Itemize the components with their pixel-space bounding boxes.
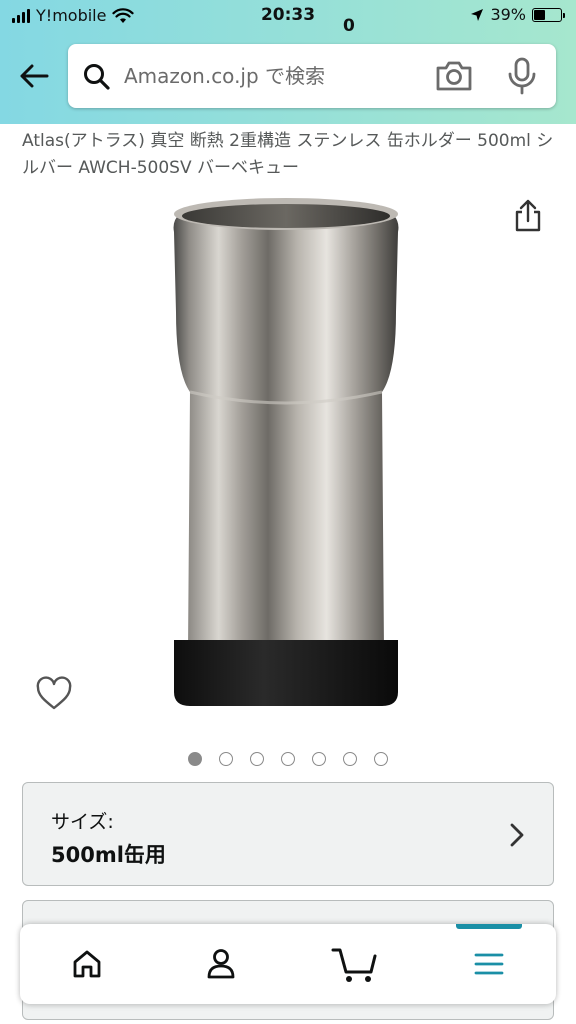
carousel-dot[interactable]	[250, 752, 264, 766]
size-selector[interactable]: サイズ: 500ml缶用	[22, 782, 554, 886]
home-icon	[73, 950, 101, 978]
status-bar: Y!mobile 20:33 39%	[0, 0, 576, 32]
carousel-dot[interactable]	[312, 752, 326, 766]
camera-search-button[interactable]	[434, 58, 474, 94]
camera-icon	[436, 61, 472, 91]
cart-count-badge: 0	[343, 16, 355, 36]
wishlist-button[interactable]	[34, 676, 74, 712]
battery-percent: 39%	[490, 5, 526, 24]
search-bar[interactable]	[68, 44, 556, 108]
nav-account[interactable]	[154, 924, 288, 1004]
nav-cart[interactable]	[288, 924, 422, 1004]
voice-search-button[interactable]	[504, 56, 540, 96]
cart-icon	[331, 948, 377, 982]
back-button[interactable]	[16, 58, 52, 94]
battery-icon	[532, 7, 565, 22]
product-title[interactable]: Atlas(アトラス) 真空 断熱 2重構造 ステンレス 缶ホルダー 500ml…	[22, 128, 562, 182]
carousel-dot[interactable]	[219, 752, 233, 766]
product-image[interactable]	[160, 192, 412, 712]
carousel-dot[interactable]	[188, 752, 202, 766]
search-input[interactable]	[124, 58, 424, 94]
chevron-right-icon	[510, 823, 524, 847]
user-icon	[207, 949, 235, 979]
nav-home[interactable]	[20, 924, 154, 1004]
carousel-dot[interactable]	[343, 752, 357, 766]
share-icon	[515, 199, 541, 232]
nav-menu[interactable]	[422, 924, 556, 1004]
size-value: 500ml缶用	[51, 843, 166, 867]
back-arrow-icon	[20, 64, 49, 88]
carousel-dot[interactable]	[374, 752, 388, 766]
app-header: Y!mobile 20:33 39%	[0, 0, 576, 124]
size-label: サイズ:	[51, 811, 114, 833]
image-carousel-dots	[188, 752, 388, 766]
location-arrow-icon	[471, 8, 484, 21]
carousel-dot[interactable]	[281, 752, 295, 766]
microphone-icon	[508, 57, 536, 95]
bottom-nav	[20, 924, 556, 1004]
battery-level	[534, 9, 545, 20]
share-button[interactable]	[510, 196, 546, 236]
hamburger-menu-icon	[474, 953, 504, 975]
heart-icon	[36, 676, 72, 710]
search-icon	[84, 64, 110, 90]
